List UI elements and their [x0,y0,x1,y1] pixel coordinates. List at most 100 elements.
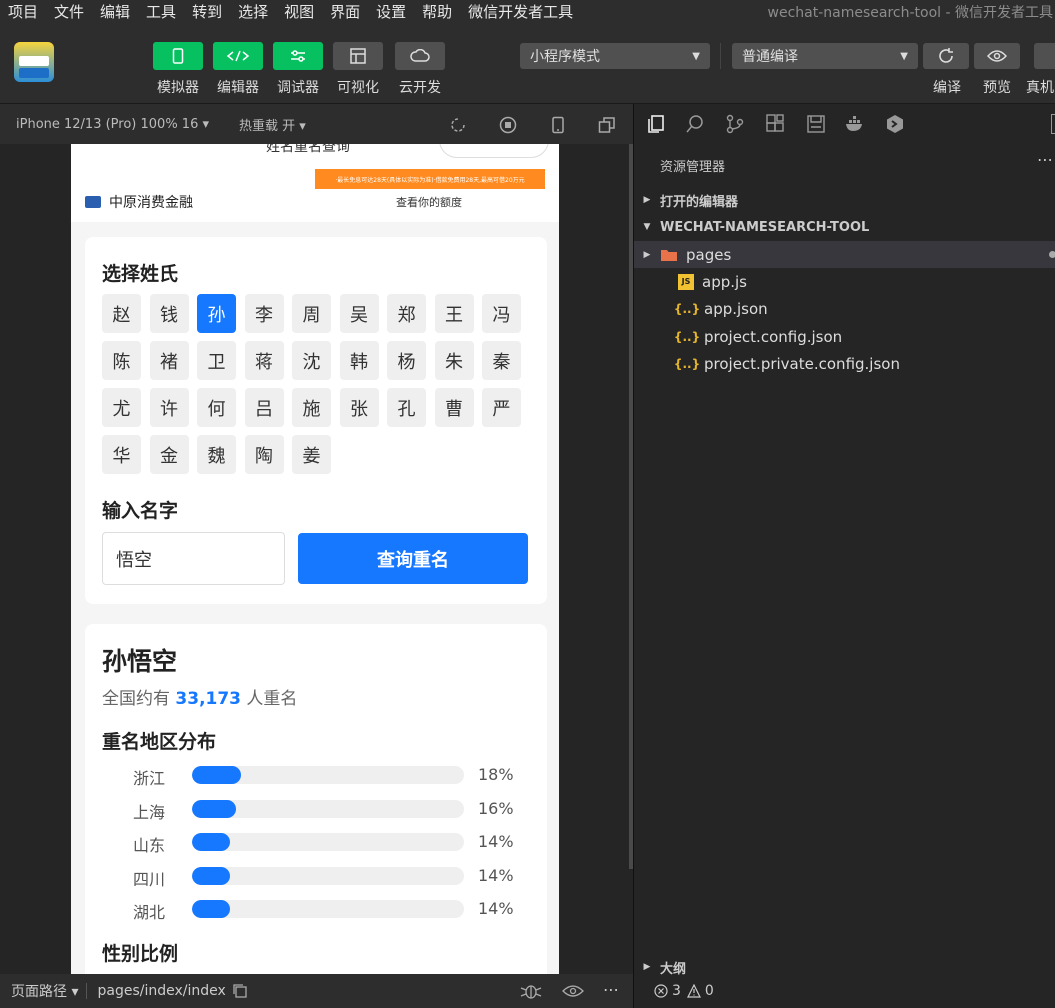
source-control-icon[interactable] [725,114,745,134]
surname-option[interactable]: 孙 [197,294,236,333]
page-path-value: pages/index/index [97,983,226,999]
surname-option[interactable]: 何 [197,388,236,427]
cloud-button[interactable] [395,42,445,70]
menu-wechat-devtools[interactable]: 微信开发者工具 [460,1,581,22]
menu-view[interactable]: 视图 [276,1,322,22]
debugger-button[interactable] [273,42,323,70]
surname-option[interactable]: 秦 [482,341,521,380]
simulator-button[interactable] [153,42,203,70]
file-item[interactable]: JS app.js [634,268,1055,295]
visual-button[interactable] [333,42,383,70]
storage-icon[interactable] [806,114,826,134]
surname-option[interactable]: 张 [339,388,379,427]
plugin-icon[interactable] [885,114,905,134]
chevron-down-icon: ▼ [643,222,651,232]
simulator-bar: iPhone 12/13 (Pro) 100% 16 ▾ 热重载 开 ▾ [0,104,633,144]
code-icon [226,50,250,62]
surname-option[interactable]: 许 [149,388,189,427]
surname-option[interactable]: 陶 [244,435,284,474]
surname-option[interactable]: 李 [244,294,284,333]
detach-window-icon[interactable] [598,116,616,134]
query-button[interactable]: 查询重名 [298,533,528,584]
menu-bar: 项目 文件 编辑 工具 转到 选择 视图 界面 设置 帮助 微信开发者工具 we… [0,0,1055,22]
surname-option[interactable]: 杨 [387,341,426,380]
name-input[interactable] [102,532,285,585]
eye-icon[interactable] [562,984,584,998]
device-select[interactable]: iPhone 12/13 (Pro) 100% 16 ▾ [16,117,209,132]
extensions-icon[interactable] [765,114,785,134]
compile-button[interactable] [923,43,969,69]
project-logo[interactable] [14,42,54,82]
surname-option[interactable]: 吕 [244,388,284,427]
project-section[interactable]: ▼ WECHAT-NAMESEARCH-TOOL [634,214,1055,240]
surname-option[interactable]: 褚 [149,341,189,380]
compile-select[interactable]: 普通编译 ▼ [732,43,918,69]
surname-option[interactable]: 王 [434,294,474,333]
explorer-more-icon[interactable]: ⋯ [1037,150,1053,169]
editor-button[interactable] [213,42,263,70]
copy-icon[interactable] [232,983,248,999]
stop-icon[interactable] [499,116,517,134]
surname-option[interactable]: 郑 [387,294,426,333]
menu-goto[interactable]: 转到 [184,1,230,22]
phone-icon [172,48,184,64]
problems-status[interactable]: 3 0 [634,974,1055,1008]
surname-option[interactable]: 钱 [149,294,189,333]
surname-option[interactable]: 施 [292,388,331,427]
surname-option[interactable]: 严 [482,388,521,427]
result-count: 33,173 [175,689,242,709]
open-editors-section[interactable]: ▶ 打开的编辑器 [634,187,1055,213]
menu-edit[interactable]: 编辑 [92,1,138,22]
modified-dot-icon [1049,251,1055,258]
ad-banner[interactable]: 姓名重名查询 ·最长免息可达28天(具体以实际为准)·借款免费用28天,最高可借… [71,144,559,222]
region-name: 山东 [133,836,166,855]
preview-button[interactable] [974,43,1020,69]
docker-icon[interactable] [845,114,865,134]
surname-option[interactable]: 吴 [339,294,379,333]
menu-tools[interactable]: 工具 [138,1,184,22]
surname-option[interactable]: 周 [292,294,331,333]
rotate-icon[interactable] [449,116,467,134]
surname-option[interactable]: 韩 [339,341,379,380]
file-item[interactable]: {..} project.config.json [634,323,1055,350]
surname-option[interactable]: 朱 [434,341,474,380]
hot-reload-toggle[interactable]: 热重载 开 ▾ [239,115,306,134]
surname-option[interactable]: 赵 [102,294,141,333]
menu-project[interactable]: 项目 [0,1,46,22]
surname-option[interactable]: 姜 [292,435,331,474]
bug-icon[interactable] [520,982,542,1000]
menu-settings[interactable]: 设置 [368,1,414,22]
region-bar-fill [192,833,231,851]
surname-option[interactable]: 蒋 [244,341,284,380]
ad-orange-strip[interactable]: ·最长免息可达28天(具体以实际为准)·借款免费用28天,最高可借20万元 [315,169,545,189]
surname-option[interactable]: 孔 [387,388,426,427]
file-item[interactable]: {..} project.private.config.json [634,351,1055,378]
surname-option[interactable]: 陈 [102,341,141,380]
menu-select[interactable]: 选择 [230,1,276,22]
menu-help[interactable]: 帮助 [414,1,460,22]
real-device-button[interactable] [1034,43,1055,69]
menu-interface[interactable]: 界面 [322,1,368,22]
surname-option[interactable]: 沈 [292,341,331,380]
ad-quota-link[interactable]: 查看你的额度 [396,194,462,210]
mode-select[interactable]: 小程序模式 ▼ [520,43,710,69]
page-path-select[interactable]: 页面路径 ▾ [11,981,78,1001]
surname-option[interactable]: 冯 [482,294,521,333]
device-icon[interactable] [549,116,567,134]
surname-option[interactable]: 曹 [434,388,474,427]
surname-option[interactable]: 尤 [102,388,141,427]
surname-option[interactable]: 华 [102,435,141,474]
search-icon[interactable] [685,114,705,134]
surname-option[interactable]: 金 [149,435,189,474]
nav-title: 姓名重名查询 [266,144,350,155]
surname-option[interactable]: 魏 [197,435,236,474]
more-icon[interactable]: ⋯ [603,980,619,999]
surname-option[interactable]: 卫 [197,341,236,380]
file-item[interactable]: {..} app.json [634,296,1055,323]
file-item[interactable]: ▶ pages [634,241,1055,268]
files-icon[interactable] [646,114,666,134]
menu-file[interactable]: 文件 [46,1,92,22]
capsule-button[interactable] [439,144,549,158]
result-suffix: 人重名 [246,689,298,709]
region-bar-track [192,766,464,784]
